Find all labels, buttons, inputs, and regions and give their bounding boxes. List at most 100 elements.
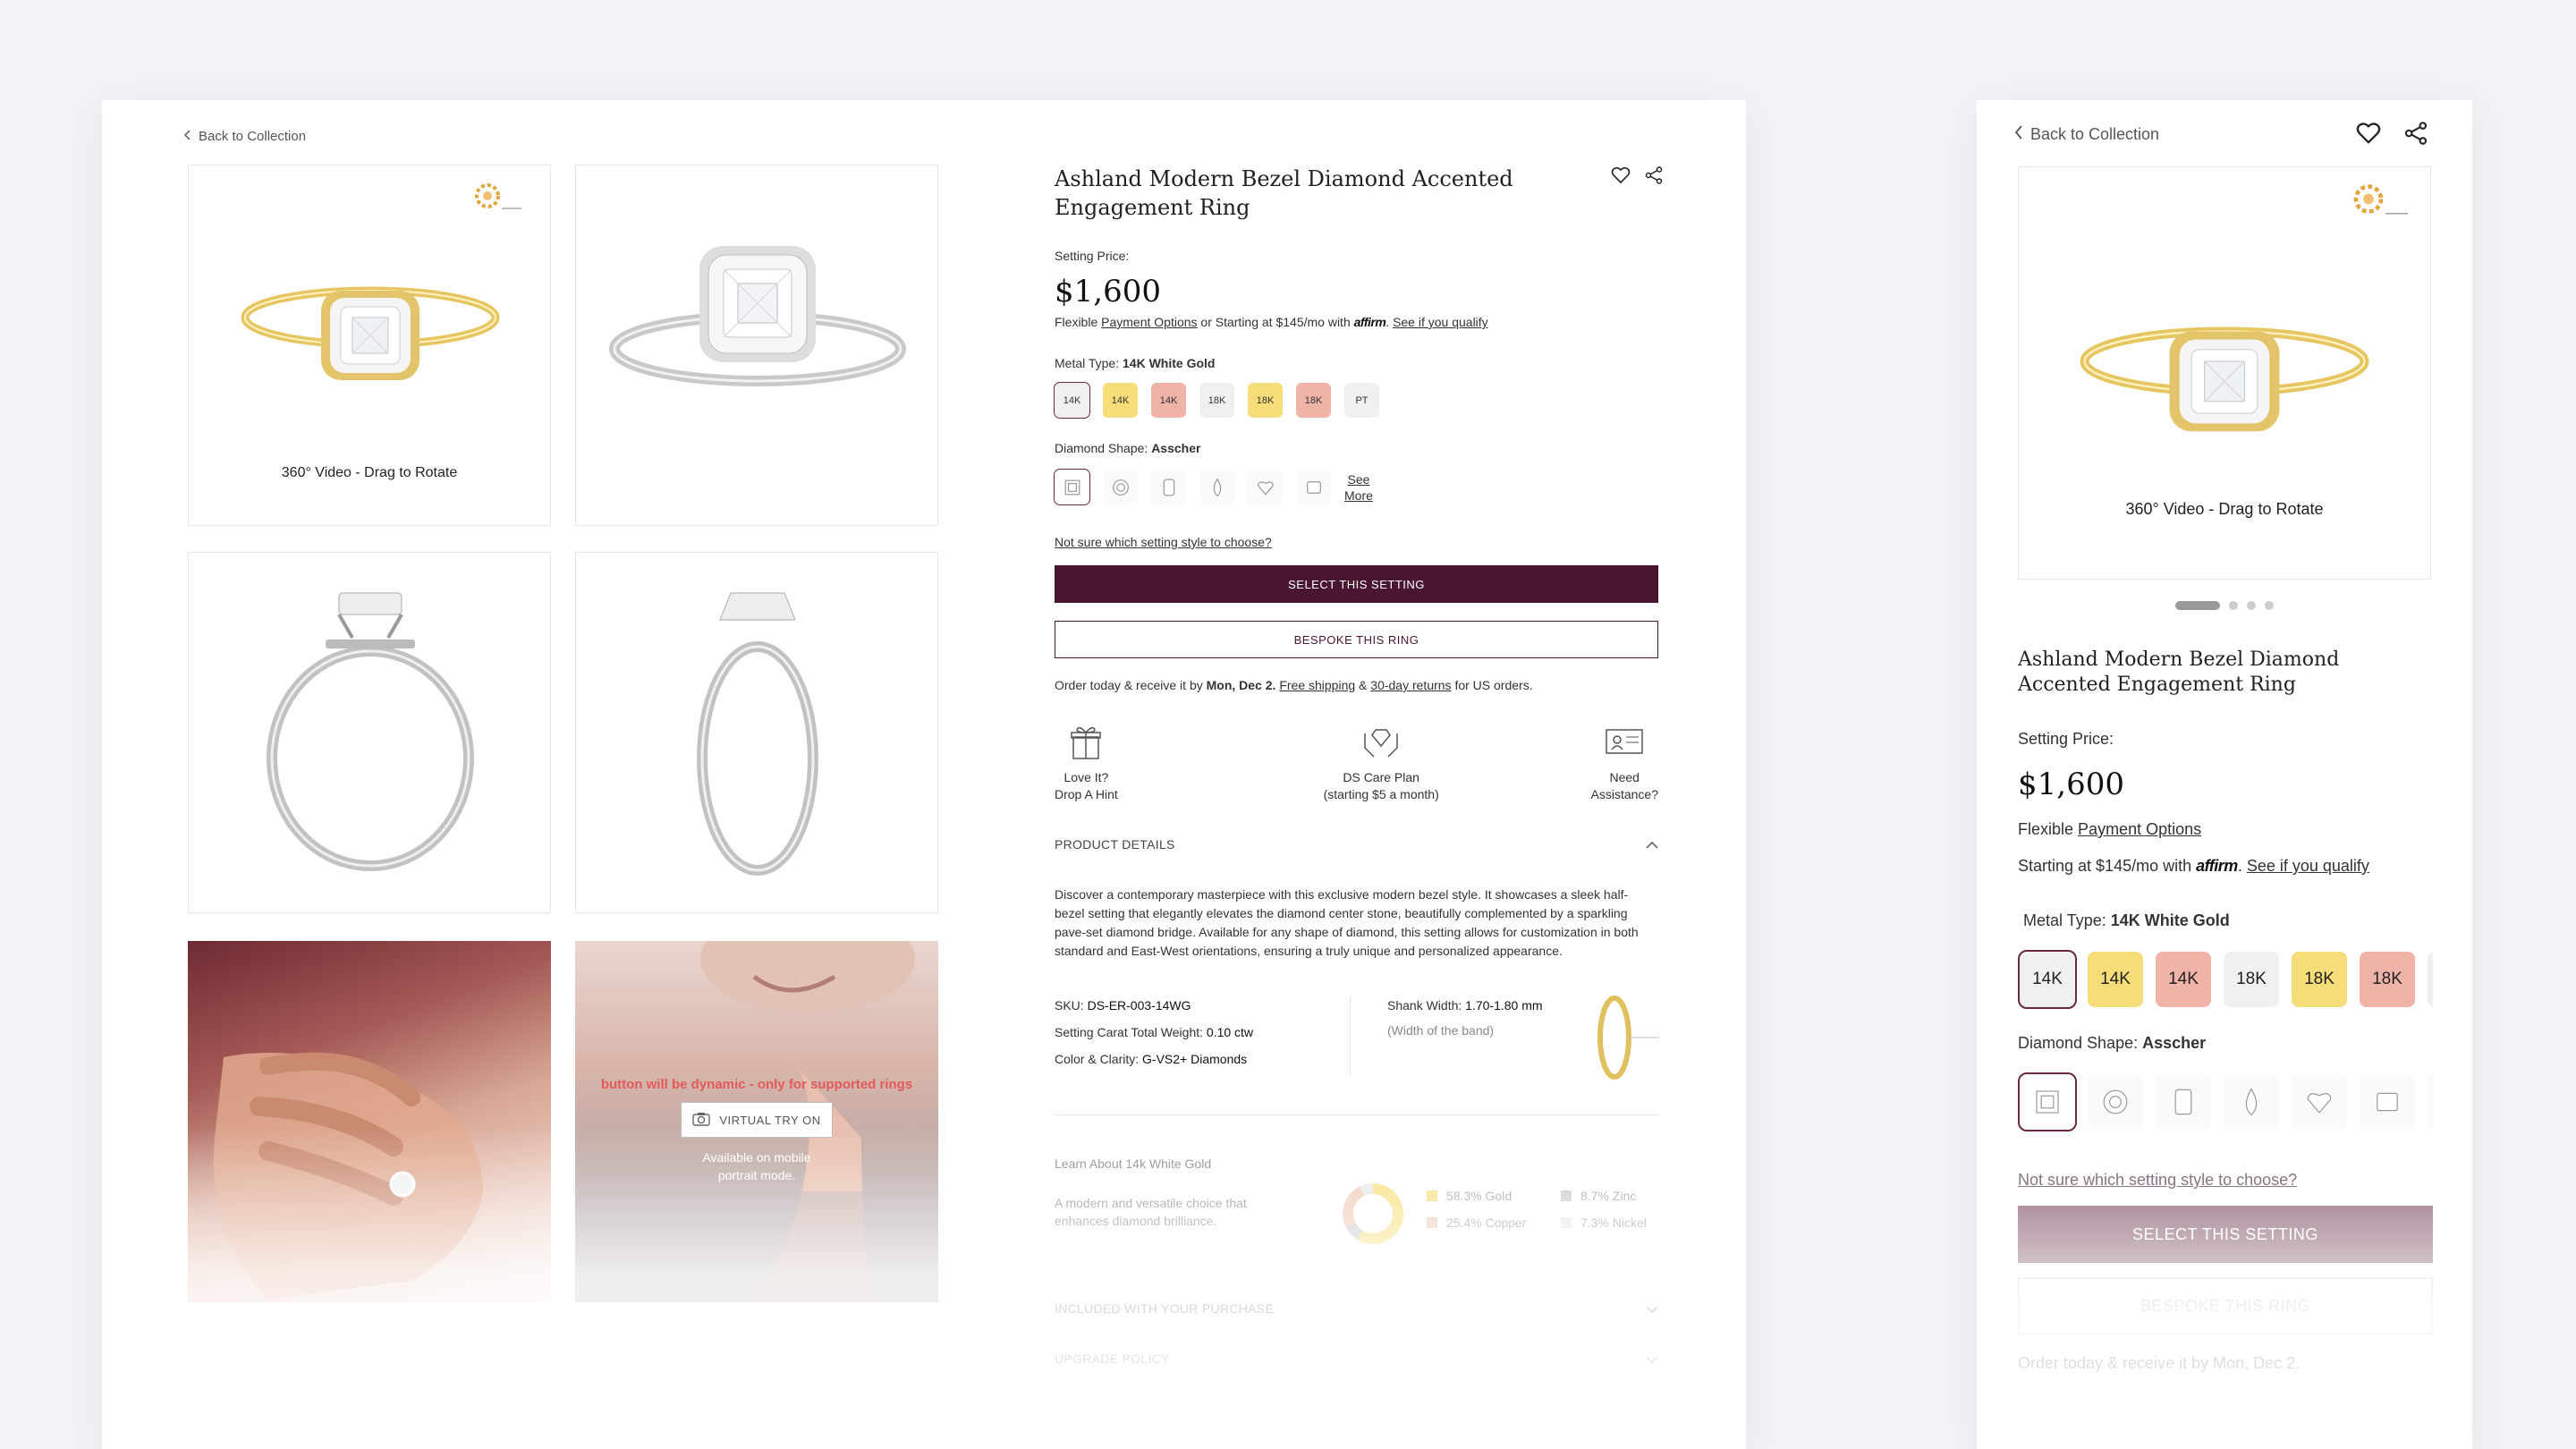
mobile-metal-scroller[interactable]: 14K 14K 14K 18K 18K 18K <box>2018 950 2433 1009</box>
metal-option[interactable]: 14K <box>1103 383 1138 418</box>
mobile-product-title: Ashland Modern Bezel Diamond Accented En… <box>2018 648 2340 696</box>
need-assistance[interactable]: Need Assistance? <box>1591 724 1658 803</box>
gallery-image-angle-view[interactable] <box>575 552 938 913</box>
shape-option[interactable] <box>1199 470 1234 504</box>
diamond-shape-value: Asscher <box>1151 441 1201 455</box>
diamond-shape-icon <box>2245 1088 2258 1116</box>
carousel-dot[interactable] <box>2229 601 2238 610</box>
sku-line: SKU: DS-ER-003-14WG <box>1055 996 1191 1014</box>
metal-option[interactable]: 18K <box>1248 383 1283 418</box>
mobile-shape-option[interactable] <box>2428 1074 2433 1130</box>
see-more-shapes-link[interactable]: See More <box>1344 471 1373 504</box>
mobile-metal-option[interactable]: 14K <box>2018 950 2077 1009</box>
drop-a-hint[interactable]: Love It? Drop A Hint <box>1055 724 1118 803</box>
mobile-360-video[interactable]: 360° Video - Drag to Rotate <box>2018 166 2431 580</box>
mobile-back-label: Back to Collection <box>2030 125 2160 143</box>
care-plan[interactable]: DS Care Plan (starting $5 a month) <box>1324 724 1439 803</box>
mobile-shape-scroller[interactable] <box>2018 1072 2433 1131</box>
metal-option[interactable]: PT <box>1344 383 1379 418</box>
not-sure-link[interactable]: Not sure which setting style to choose? <box>1055 535 1272 549</box>
vto-note-line-2: portrait mode. <box>717 1168 796 1182</box>
mobile-metal-option[interactable]: 14K <box>2156 952 2211 1007</box>
hand-image <box>213 1052 483 1299</box>
metal-type-value: 14K White Gold <box>1123 356 1216 370</box>
upgrade-toggle[interactable]: UPGRADE POLICY <box>1055 1352 1658 1366</box>
shape-option[interactable] <box>1054 469 1090 505</box>
heart-icon[interactable] <box>1611 166 1631 189</box>
gallery-360-video[interactable]: 360° Video - Drag to Rotate <box>188 165 551 526</box>
product-details-toggle[interactable]: PRODUCT DETAILS <box>1055 837 1658 852</box>
mobile-back-link[interactable]: Back to Collection <box>2014 125 2159 144</box>
mobile-delivery-line: Order today & receive it by Mon, Dec 2. <box>2018 1354 2433 1373</box>
carat-value: 0.10 ctw <box>1206 1025 1254 1039</box>
mobile-select-setting-button[interactable]: SELECT THIS SETTING <box>2018 1206 2433 1263</box>
metal-type-label: Metal Type: 14K White Gold <box>1055 356 1663 370</box>
gift-icon <box>1071 726 1102 759</box>
spec-divider <box>1350 996 1351 1075</box>
mobile-metal-option[interactable]: 14K <box>2088 952 2143 1007</box>
mobile-metal-options: 14K 14K 14K 18K 18K 18K <box>2018 950 2433 1009</box>
mobile-qualify-link[interactable]: See if you qualify <box>2247 857 2369 875</box>
metal-option[interactable]: 18K <box>1296 383 1331 418</box>
metal-option[interactable]: 14K <box>1054 382 1090 419</box>
mobile-shape-option[interactable] <box>2292 1074 2347 1130</box>
gallery-image-top-view[interactable] <box>575 165 938 526</box>
shape-option[interactable] <box>1103 470 1138 504</box>
mobile-price: $1,600 <box>2018 767 2124 802</box>
share-icon[interactable] <box>1645 166 1663 189</box>
metal-option[interactable]: 14K <box>1151 383 1186 418</box>
heart-icon[interactable] <box>2356 122 2381 149</box>
clarity-line: Color & Clarity: G-VS2+ Diamonds <box>1055 1050 1247 1068</box>
diamond-shape-icon <box>1064 479 1080 495</box>
payment-options-link[interactable]: Payment Options <box>1101 315 1197 329</box>
see-if-you-qualify-link[interactable]: See if you qualify <box>1393 315 1488 329</box>
mobile-flex-line: Flexible Payment Options <box>2018 820 2433 839</box>
legend-item: 7.3% Nickel <box>1561 1216 1659 1230</box>
assistance-screen-icon <box>1606 729 1643 754</box>
carousel-dot[interactable] <box>2175 601 2220 610</box>
back-label: Back to Collection <box>199 129 307 144</box>
gallery-hand-photo[interactable] <box>188 941 551 1302</box>
sku-value: DS-ER-003-14WG <box>1087 998 1191 1013</box>
shape-option[interactable] <box>1248 470 1283 504</box>
mobile-metal-option[interactable]: 18K <box>2224 952 2279 1007</box>
desktop-product-page: Back to Collection 360° Video - Drag to … <box>102 100 1746 1449</box>
mobile-payment-options-link[interactable]: Payment Options <box>2078 820 2201 838</box>
bespoke-ring-button[interactable]: BESPOKE THIS RING <box>1055 621 1658 658</box>
back-to-collection-link[interactable]: Back to Collection <box>183 129 307 144</box>
mobile-order-prefix: Order today & receive it by <box>2018 1354 2209 1372</box>
delivery-line: Order today & receive it by Mon, Dec 2. … <box>1055 678 1663 692</box>
mobile-shape-option[interactable] <box>2224 1074 2279 1130</box>
mobile-bespoke-button[interactable]: BESPOKE THIS RING <box>2018 1277 2433 1335</box>
mobile-shape-option[interactable] <box>2088 1074 2143 1130</box>
white-ring-side-image <box>267 592 474 871</box>
mobile-shape-option[interactable] <box>2018 1072 2077 1131</box>
metal-option[interactable]: 18K <box>1199 383 1234 418</box>
mobile-metal-option[interactable] <box>2428 952 2433 1007</box>
carousel-dot[interactable] <box>2247 601 2256 610</box>
see-more-line-2: More <box>1344 487 1373 503</box>
mobile-shape-option[interactable] <box>2360 1074 2415 1130</box>
clarity-label: Color & Clarity: <box>1055 1052 1140 1066</box>
shape-option[interactable] <box>1296 470 1331 504</box>
free-shipping-link[interactable]: Free shipping <box>1279 678 1355 692</box>
virtual-try-on-button[interactable]: VIRTUAL TRY ON <box>681 1102 833 1138</box>
perk-care-line-1: DS Care Plan <box>1343 770 1419 784</box>
gallery-virtual-try-on[interactable]: button will be dynamic - only for suppor… <box>575 941 938 1302</box>
carat-line: Setting Carat Total Weight: 0.10 ctw <box>1055 1023 1253 1041</box>
upgrade-label: UPGRADE POLICY <box>1055 1352 1170 1366</box>
carousel-dot[interactable] <box>2265 601 2274 610</box>
brand-logo-icon <box>2353 184 2409 215</box>
mobile-shape-option[interactable] <box>2156 1074 2211 1130</box>
mobile-metal-option[interactable]: 18K <box>2360 952 2415 1007</box>
included-toggle[interactable]: INCLUDED WITH YOUR PURCHASE <box>1055 1301 1658 1316</box>
shape-option[interactable] <box>1151 470 1186 504</box>
gold-ring-front-image <box>241 286 500 380</box>
mobile-shape-value: Asscher <box>2142 1034 2207 1052</box>
returns-link[interactable]: 30-day returns <box>1370 678 1451 692</box>
share-icon[interactable] <box>2404 122 2428 149</box>
mobile-metal-option[interactable]: 18K <box>2292 952 2347 1007</box>
gallery-image-side-view[interactable] <box>188 552 551 913</box>
select-setting-button[interactable]: SELECT THIS SETTING <box>1055 565 1658 603</box>
mobile-not-sure-link[interactable]: Not sure which setting style to choose? <box>2018 1171 2297 1189</box>
